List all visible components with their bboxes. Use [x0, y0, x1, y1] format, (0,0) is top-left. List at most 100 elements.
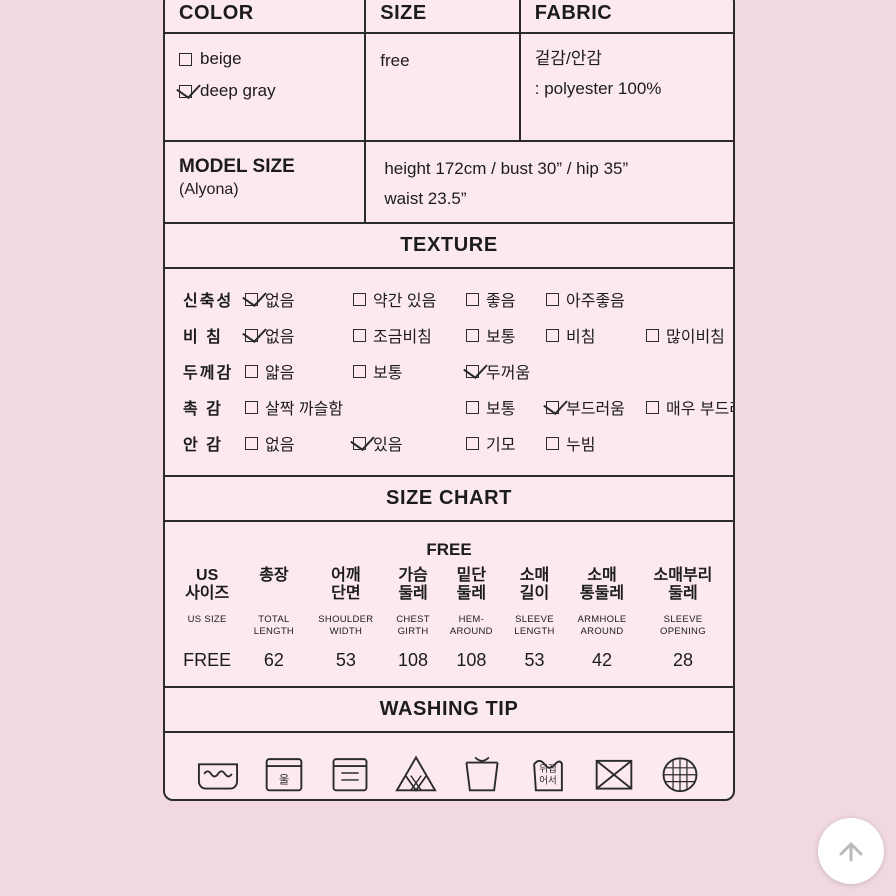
col-header-kr: 가슴 둘레 — [398, 567, 428, 603]
texture-option-label: 살짝 까슬함 — [265, 401, 344, 418]
color-option-1[interactable]: deep gray — [179, 78, 350, 104]
texture-option[interactable]: 있음 — [353, 431, 466, 455]
col-header-en: CHEST GIRTH — [396, 613, 430, 637]
checkbox-checked-icon — [466, 364, 479, 378]
texture-option-label: 얇음 — [265, 365, 295, 382]
checkbox-checked-icon — [353, 436, 366, 450]
model-size-row: MODEL SIZE (Alyona) height 172cm / bust … — [165, 142, 733, 224]
texture-option-label: 비침 — [566, 329, 596, 346]
hand-wash-icon — [197, 762, 239, 790]
checkbox-icon — [546, 436, 559, 450]
table-body-row: beige deep gray free 겉감/안감 : polyester 1… — [165, 34, 733, 142]
header-fabric: FABRIC — [520, 0, 733, 34]
col-header-kr: 총장 — [259, 567, 289, 584]
model-size-label: MODEL SIZE — [179, 156, 295, 177]
texture-option[interactable]: 없음 — [245, 287, 353, 311]
texture-option[interactable]: 약간 있음 — [353, 287, 466, 311]
col-header-kr: 소매 통둘레 — [579, 567, 625, 603]
dry-flat-icon: 뒤집 어서 — [533, 759, 563, 791]
texture-option-label: 약간 있음 — [373, 293, 437, 310]
checkbox-icon — [466, 400, 479, 414]
do-not-bleach-water-icon: 울 — [265, 757, 303, 791]
texture-option[interactable]: 조금비침 — [353, 323, 466, 347]
product-info-card: COLOR SIZE FABRIC beige deep gray free 겉… — [163, 0, 735, 801]
cell-value: 62 — [263, 649, 284, 670]
table-header-row: COLOR SIZE FABRIC — [165, 0, 733, 34]
texture-option-label: 기모 — [486, 437, 516, 454]
texture-row-sheerness: 비 침 없음 조금비침 보통 비침 많이비침 — [183, 317, 725, 353]
drip-dry-icon — [465, 756, 499, 791]
washing-icon-caption-line1: 뒤집 — [539, 763, 557, 775]
tumble-dry-icon — [332, 757, 368, 791]
checkbox-icon — [353, 328, 366, 342]
texture-option-label: 보통 — [486, 401, 516, 418]
scroll-to-top-button[interactable] — [818, 818, 884, 884]
checkbox-icon — [546, 328, 559, 342]
texture-option[interactable]: 누빔 — [546, 431, 595, 455]
texture-option[interactable]: 없음 — [245, 323, 353, 347]
do-not-iron-icon — [595, 759, 633, 790]
dry-clean-icon — [662, 756, 698, 792]
col-header-kr: 밑단 둘레 — [456, 567, 487, 603]
texture-title: TEXTURE — [165, 224, 733, 269]
texture-option[interactable]: 비침 — [546, 323, 646, 347]
color-cell: beige deep gray — [165, 34, 367, 142]
texture-option-label: 많이비침 — [666, 329, 725, 346]
color-option-0[interactable]: beige — [179, 46, 350, 72]
cell-value: 108 — [456, 649, 487, 670]
texture-option-label: 조금비침 — [373, 329, 432, 346]
texture-option[interactable]: 살짝 까슬함 — [245, 395, 466, 419]
texture-option[interactable]: 보통 — [353, 359, 466, 383]
size-chart: FREE US 사이즈 총장 어깨 단면 가슴 둘레 밑단 둘레 소매 길이 소… — [165, 522, 733, 688]
texture-option[interactable]: 아주좋음 — [546, 287, 625, 311]
checkbox-icon — [466, 436, 479, 450]
washing-icon-row: 울 뒤집 어서 — [165, 733, 733, 799]
texture-option[interactable]: 보통 — [466, 323, 546, 347]
checkbox-icon — [179, 52, 192, 66]
texture-row-label: 촉 감 — [183, 401, 223, 418]
size-cell: free — [366, 34, 521, 142]
texture-option[interactable]: 기모 — [466, 431, 546, 455]
texture-option[interactable]: 많이비침 — [646, 323, 725, 347]
texture-option[interactable]: 보통 — [466, 395, 546, 419]
texture-option-label: 보통 — [486, 329, 516, 346]
texture-option-label: 보통 — [373, 365, 403, 382]
col-header-en: SLEEVE LENGTH — [514, 613, 555, 637]
texture-row-touch: 촉 감 살짝 까슬함 보통 부드러움 매우 부드러움 — [183, 389, 733, 425]
texture-option-label: 좋음 — [486, 293, 516, 310]
checkbox-checked-icon — [245, 328, 258, 342]
col-header-kr: 소매부리 둘레 — [653, 567, 713, 603]
texture-option[interactable]: 좋음 — [466, 287, 546, 311]
col-header-en: HEM- AROUND — [449, 613, 493, 637]
col-header-en: SLEEVE OPENING — [660, 613, 706, 637]
cell-value: 53 — [524, 649, 545, 670]
cell-value: 42 — [591, 649, 613, 670]
texture-option-label: 아주좋음 — [566, 293, 625, 310]
fabric-line-1: 겉감/안감 — [534, 49, 603, 68]
checkbox-icon — [546, 292, 559, 306]
texture-option-label: 누빔 — [566, 437, 596, 454]
page-root: COLOR SIZE FABRIC beige deep gray free 겉… — [0, 0, 896, 896]
col-header-en: TOTAL LENGTH — [253, 613, 295, 637]
texture-option-label: 있음 — [373, 437, 403, 454]
col-header-en: ARMHOLE AROUND — [577, 613, 627, 637]
texture-option-label: 매우 부드러움 — [666, 401, 733, 418]
texture-option[interactable]: 부드러움 — [546, 395, 646, 419]
model-size-label-cell: MODEL SIZE (Alyona) — [165, 142, 367, 224]
texture-grid: 신축성 없음 약간 있음 좋음 아주좋음 비 침 없음 조금비침 보통 비침 많… — [165, 269, 733, 477]
texture-option-label: 부드러움 — [566, 401, 625, 418]
color-option-label: beige — [200, 49, 242, 68]
fabric-line-2: : polyester 100% — [534, 79, 662, 99]
texture-option[interactable]: 얇음 — [245, 359, 353, 383]
cell-value: 53 — [335, 649, 356, 670]
texture-option[interactable]: 두꺼움 — [466, 359, 530, 383]
chevron-up-icon — [839, 842, 863, 862]
texture-option[interactable]: 매우 부드러움 — [646, 395, 733, 419]
texture-option[interactable]: 없음 — [245, 431, 353, 455]
checkbox-checked-icon — [179, 85, 192, 99]
checkbox-icon — [353, 292, 366, 306]
texture-row-label: 안 감 — [183, 437, 223, 454]
header-color: COLOR — [165, 0, 367, 34]
texture-row-stretch: 신축성 없음 약간 있음 좋음 아주좋음 — [183, 281, 717, 317]
size-chart-title: SIZE CHART — [165, 477, 733, 522]
